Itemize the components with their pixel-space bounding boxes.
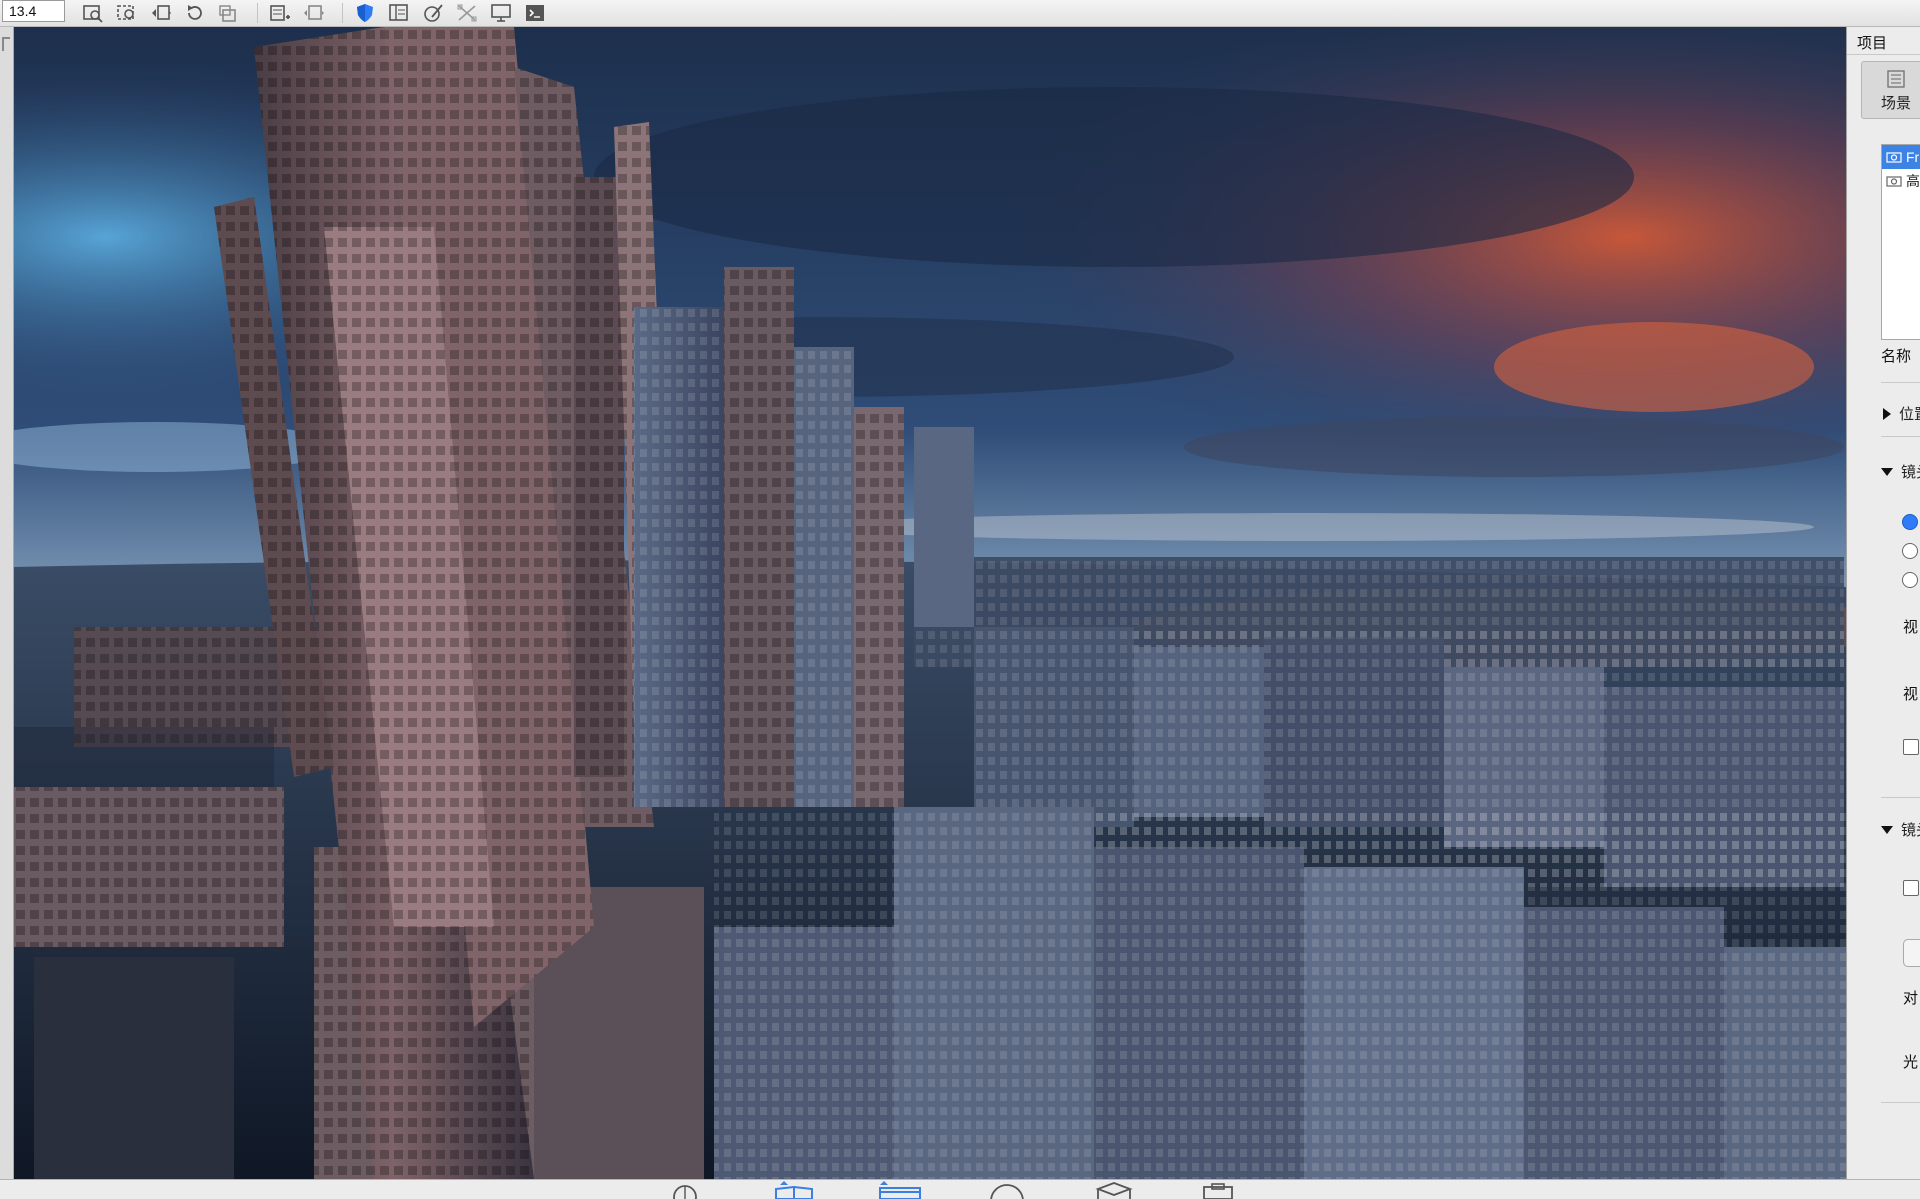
toolbar-separator [257,3,258,23]
lens-radio-3[interactable] [1902,572,1918,588]
panel-title-divider [1847,54,1920,55]
book-icon [775,1181,813,1199]
bottom-tab-window[interactable] [878,1181,922,1199]
scene-list: Fr 高 [1881,144,1920,340]
refresh-icon [188,5,202,20]
bottom-tab-bar [0,1179,1920,1199]
lens-radio-2[interactable] [1902,543,1918,559]
project-panel: 项目 场景 Fr 高 名称 位置 [1846,27,1920,1179]
terminal-icon [526,5,544,21]
toolbar-separator [342,3,343,23]
layer-nav-icon [304,5,324,20]
zoom-field[interactable] [2,0,65,22]
add-layer-icon [270,5,290,21]
disclosure-collapsed-icon [1883,407,1891,420]
tab-scene[interactable]: 场景 [1861,61,1920,119]
section-divider [1881,797,1920,798]
panel-layout-button[interactable] [385,1,413,25]
scene-item-selected[interactable]: Fr [1882,145,1920,169]
bottom-tab-sphere[interactable] [985,1181,1029,1199]
toolbar-render-group [79,1,555,25]
scene-list-icon [1887,70,1905,88]
panel-title: 项目 [1857,35,1888,52]
view-label-1: 视 [1903,619,1919,636]
clipboard-icon [1203,1183,1233,1199]
top-toolbar [0,0,1920,27]
tab-scene-label: 场景 [1880,95,1911,112]
scene-item-label: Fr [1906,149,1920,165]
section-divider [1881,436,1920,437]
scene-item[interactable]: 高 [1882,169,1920,193]
section-position[interactable]: 位置 [1883,403,1920,424]
add-layer-button[interactable] [266,1,294,25]
aperture-label: 光 [1903,1054,1919,1071]
camera-icon [1886,152,1902,163]
transform-button[interactable] [453,1,481,25]
render-selection-button[interactable] [113,1,141,25]
camera-icon [1886,176,1902,187]
panel-layout-icon [389,4,408,21]
name-label: 名称 [1881,348,1912,365]
shield-button[interactable] [351,1,379,25]
prev-render-button[interactable] [147,1,175,25]
bottom-tab-clipboard[interactable] [1196,1181,1240,1199]
section-divider [1881,382,1920,383]
disclosure-expanded-icon [1881,825,1893,834]
render-viewport[interactable] [14,27,1846,1179]
focus-label: 对 [1903,990,1919,1007]
left-edge-strip[interactable] [0,27,14,1179]
scene-item-label: 高 [1906,173,1920,189]
window-icon [879,1181,921,1199]
material-brush-icon [424,4,443,22]
prev-render-icon [152,5,171,20]
render-selection-icon [117,5,134,20]
rendered-city-image [14,27,1846,1179]
lock-icon [219,5,236,22]
section-position-label: 位置 [1899,406,1920,423]
shield-icon [357,4,373,22]
section-lens-2-label: 镜头 [1901,822,1920,839]
strip-corner-marker [2,37,10,51]
display-button[interactable] [487,1,515,25]
material-button[interactable] [419,1,447,25]
section-lens-label: 镜头 [1901,464,1920,481]
bottom-tab-globe[interactable] [663,1181,707,1199]
transform-icon [457,4,477,22]
lens-radio-1[interactable] [1902,514,1918,530]
section-lens[interactable]: 镜头 [1881,461,1920,482]
render-region-button[interactable] [79,1,107,25]
console-button[interactable] [521,1,549,25]
section-divider [1881,1102,1920,1103]
bottom-tab-book[interactable] [772,1181,816,1199]
lock-button[interactable] [215,1,243,25]
sphere-icon [990,1184,1024,1199]
monitor-icon [491,4,511,22]
globe-icon [673,1185,697,1199]
refresh-button[interactable] [181,1,209,25]
disclosure-expanded-icon [1881,467,1893,476]
lens-checkbox-2[interactable] [1903,880,1919,896]
lens-stepper-button[interactable] [1903,939,1920,967]
section-lens-2[interactable]: 镜头 [1881,819,1920,840]
render-app-window: 项目 场景 Fr 高 名称 位置 [0,0,1920,1199]
render-region-icon [83,5,103,23]
layer-nav-button[interactable] [300,1,328,25]
lens-checkbox-1[interactable] [1903,739,1919,755]
cube-icon [1095,1182,1133,1199]
view-label-2: 视 [1903,686,1919,703]
bottom-tab-cube[interactable] [1092,1181,1136,1199]
